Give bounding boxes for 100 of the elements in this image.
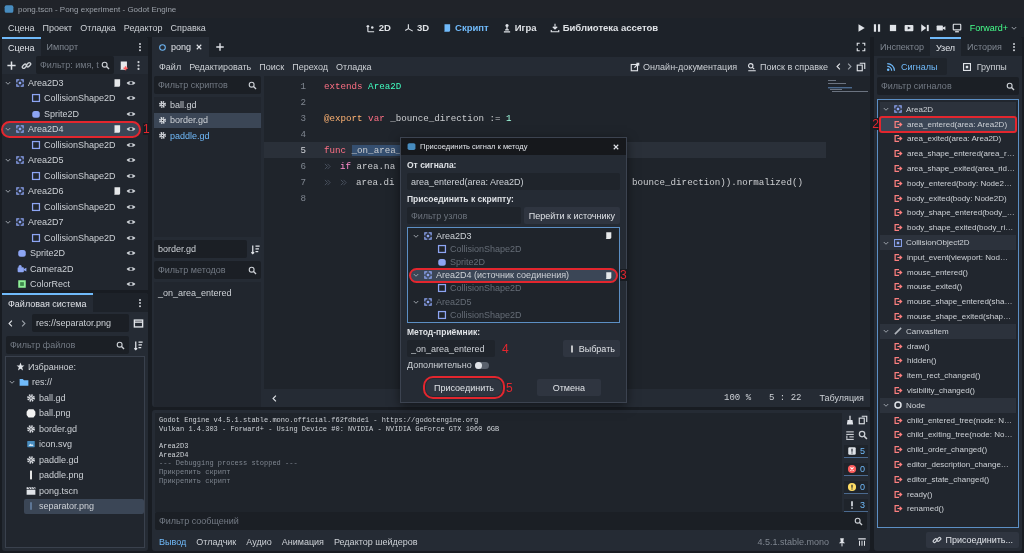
favorites-item[interactable]: Избранное: (6, 359, 144, 375)
menu-item[interactable]: Переход (289, 59, 331, 74)
clear-icon[interactable] (844, 415, 855, 425)
scene-tree-item[interactable]: ColorRect (2, 276, 140, 292)
filter-field[interactable]: Фильтр методов (154, 261, 261, 279)
scene-tab[interactable]: pong (152, 37, 210, 57)
caret-down-icon[interactable] (4, 125, 12, 134)
signal-item[interactable]: hidden() (880, 353, 1016, 369)
file-item[interactable]: paddle.gd (24, 452, 144, 468)
filter-field[interactable]: Фильтр сообщений (155, 512, 867, 530)
signal-item[interactable]: body_exited(body: Node2D) (880, 190, 1016, 206)
monitor-icon[interactable] (951, 22, 962, 33)
file-item[interactable]: ball.gd (24, 390, 144, 406)
file-item[interactable]: border.gd (24, 421, 144, 437)
signal-group-header[interactable]: Node (880, 397, 1016, 413)
signal-item[interactable]: body_entered(body: Node2… (880, 176, 1016, 191)
menu-item[interactable]: Проект (38, 20, 77, 35)
bottom-panel-tab[interactable]: Редактор шейдеров (329, 536, 422, 547)
menu-item[interactable]: Сцена (4, 20, 39, 35)
signal-item[interactable]: draw() (880, 338, 1016, 354)
search-icon[interactable] (857, 430, 868, 440)
file-item[interactable]: pong.tscn (24, 483, 144, 499)
message-filter-toggle[interactable]: 0 (844, 481, 868, 494)
workspace-tab[interactable]: Библиотека ассетов (547, 21, 661, 34)
menu-item[interactable]: Справка (166, 20, 210, 35)
signal-item[interactable]: ready() (880, 486, 1016, 502)
signal-item[interactable]: editor_description_change… (880, 457, 1016, 472)
file-item[interactable]: icon.svg (24, 436, 144, 452)
bottom-panel-tab[interactable]: Вывод (155, 536, 191, 547)
scene-tree-item[interactable]: Area2D3 (2, 75, 140, 91)
scene-tree-item[interactable]: Area2D7 (2, 214, 140, 230)
signal-item[interactable]: input_event(viewport: Nod… (880, 249, 1016, 265)
menu-item[interactable]: Отладка (333, 59, 375, 74)
signal-item[interactable]: item_rect_changed() (880, 368, 1016, 384)
connect-button[interactable]: Присоединить (426, 379, 502, 396)
caret-down-icon[interactable] (8, 378, 16, 387)
script-name-field[interactable]: border.gd (154, 240, 247, 258)
connect-button[interactable]: Присоединить... (926, 532, 1019, 548)
signal-item[interactable]: body_shape_entered(body_… (880, 205, 1016, 221)
message-filter-toggle[interactable]: 5 (844, 445, 868, 458)
caret-down-icon[interactable] (4, 218, 12, 227)
message-filter-toggle[interactable]: 0 (844, 463, 868, 476)
scene-tree-item[interactable]: Area2D6 (2, 183, 140, 199)
caret-down-icon[interactable] (882, 105, 890, 114)
menu-item[interactable]: Редактировать (186, 59, 255, 74)
stop-icon[interactable] (887, 22, 898, 33)
sort-icon[interactable] (250, 243, 261, 255)
bottom-panel-tab[interactable]: Аудио (242, 536, 276, 547)
scene-tree-item[interactable]: CollisionShape2D (16, 137, 140, 153)
menu-item[interactable]: Файл (156, 59, 185, 74)
add-icon[interactable] (6, 59, 17, 71)
file-item[interactable]: paddle.png (24, 467, 144, 483)
signal-item[interactable]: child_exiting_tree(node: No… (880, 427, 1016, 443)
back-icon[interactable] (6, 318, 15, 328)
file-item[interactable]: separator.png (24, 498, 144, 514)
path-field[interactable]: res://separator.png (32, 314, 129, 332)
pick-button[interactable]: Выбрать (562, 340, 620, 357)
close-icon[interactable] (612, 142, 620, 151)
scene-tree-item[interactable]: Sprite2D (16, 106, 140, 122)
filter-field[interactable]: Фильтр: имя, t (36, 56, 114, 74)
menu-item[interactable]: Поиск (256, 59, 288, 74)
signal-item[interactable]: renamed() (880, 501, 1016, 517)
caret-down-icon[interactable] (882, 327, 890, 336)
link-icon[interactable] (21, 59, 32, 71)
caret-down-icon[interactable] (412, 271, 420, 280)
signal-item[interactable]: visibility_changed() (880, 383, 1016, 398)
menu-item[interactable]: Отладка (76, 20, 120, 35)
bottom-panel-tab[interactable]: Отладчик (192, 536, 241, 547)
bottom-panel-tab[interactable]: Анимация (277, 536, 328, 547)
signal-item[interactable]: area_shape_exited(area_rid… (880, 161, 1016, 176)
dock-tab[interactable]: Узел (929, 37, 962, 56)
script-icon[interactable] (112, 186, 122, 197)
script-list-item[interactable]: ball.gd (154, 97, 261, 113)
signal-item[interactable]: mouse_shape_exited(shap… (880, 309, 1016, 324)
play-custom-icon[interactable] (919, 22, 930, 33)
bottom-panel-icon[interactable] (857, 536, 867, 547)
scene-tree-item[interactable]: Area2D5 (2, 152, 140, 168)
scene-tree-item[interactable]: CollisionShape2D (16, 199, 140, 215)
caret-down-icon[interactable] (4, 187, 12, 196)
script-icon[interactable] (112, 124, 122, 135)
workspace-tab[interactable]: Скрипт (440, 21, 491, 34)
signal-item[interactable]: mouse_entered() (880, 264, 1016, 280)
add-icon[interactable] (215, 42, 226, 52)
node-tree-item[interactable]: Area2D3 (410, 229, 617, 243)
caret-down-icon[interactable] (4, 156, 12, 165)
forward-icon[interactable] (19, 318, 28, 328)
pin-icon[interactable] (837, 536, 847, 547)
filter-field[interactable]: Фильтр файлов (6, 336, 129, 354)
filter-field[interactable]: Фильтр скриптов (154, 76, 261, 94)
layout-icon[interactable] (133, 317, 144, 329)
forward-icon[interactable] (845, 62, 854, 71)
script-list-item[interactable]: paddle.gd (154, 128, 261, 144)
scene-tree-item[interactable]: CollisionShape2D (16, 168, 140, 184)
dock-tab[interactable]: Сцена (2, 37, 41, 56)
scene-tree-item[interactable]: CollisionShape2D (16, 90, 140, 106)
dock-tab[interactable]: Файловая система (2, 293, 93, 312)
sub-tab[interactable]: Сигналы (877, 58, 947, 75)
toggle-switch[interactable] (474, 361, 489, 369)
workspace-tab[interactable]: Игра (499, 21, 539, 34)
sort-icon[interactable] (133, 339, 144, 351)
